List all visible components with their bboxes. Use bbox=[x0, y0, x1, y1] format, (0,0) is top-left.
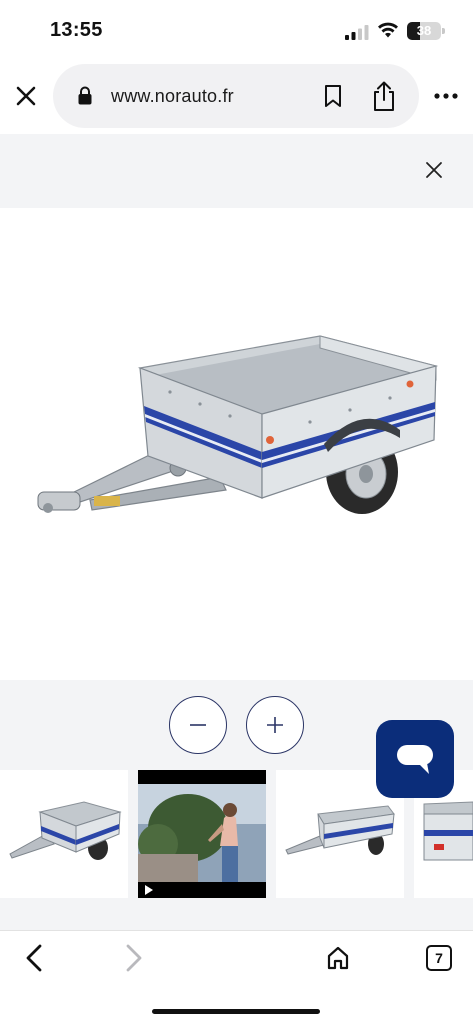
tab-count-button[interactable]: 7 bbox=[426, 945, 452, 971]
battery-nub bbox=[442, 28, 445, 34]
cellular-signal-icon bbox=[345, 25, 369, 40]
battery-percent: 38 bbox=[416, 23, 432, 38]
play-icon bbox=[145, 885, 153, 895]
lightbox-footer bbox=[0, 898, 473, 930]
thumbnail-video[interactable] bbox=[138, 770, 266, 898]
home-icon[interactable] bbox=[326, 945, 350, 971]
plus-icon bbox=[267, 717, 283, 733]
bookmark-icon[interactable] bbox=[323, 84, 343, 108]
chat-bubble-icon bbox=[397, 745, 433, 774]
more-options-icon[interactable] bbox=[434, 91, 458, 101]
close-icon[interactable] bbox=[14, 84, 38, 108]
lightbox-close-icon[interactable] bbox=[424, 160, 444, 180]
trailer-icon bbox=[285, 805, 395, 855]
video-preview-image bbox=[138, 784, 266, 882]
minus-icon bbox=[190, 724, 206, 726]
browser-address-bar: www.norauto.fr bbox=[0, 62, 473, 132]
back-icon[interactable] bbox=[24, 943, 44, 973]
product-image-viewer[interactable] bbox=[0, 208, 473, 680]
forward-icon[interactable] bbox=[124, 943, 144, 973]
share-icon[interactable] bbox=[371, 80, 397, 112]
lightbox-header bbox=[0, 134, 473, 208]
lock-icon bbox=[78, 86, 92, 105]
zoom-out-button[interactable] bbox=[169, 696, 227, 754]
trailer-product-image bbox=[37, 335, 439, 514]
thumbnail-image-1[interactable] bbox=[0, 770, 128, 898]
status-time: 13:55 bbox=[50, 19, 103, 41]
trailer-icon bbox=[9, 801, 122, 860]
home-indicator bbox=[152, 1009, 320, 1014]
url-field[interactable]: www.norauto.fr bbox=[53, 64, 419, 128]
url-text: www.norauto.fr bbox=[111, 86, 234, 106]
wifi-icon bbox=[378, 22, 398, 38]
battery-icon: 38 bbox=[407, 22, 441, 40]
browser-toolbar: 7 bbox=[0, 930, 473, 1024]
status-bar: 13:55 38 bbox=[0, 0, 473, 62]
zoom-in-button[interactable] bbox=[246, 696, 304, 754]
chat-button[interactable] bbox=[376, 720, 454, 798]
trailer-icon bbox=[423, 801, 473, 861]
